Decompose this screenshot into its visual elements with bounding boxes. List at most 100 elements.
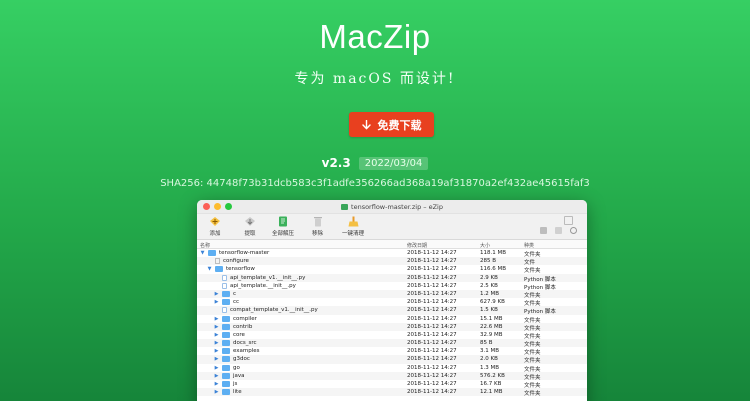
table-row[interactable]: compat_template_v1.__init__.py 2018-11-12… <box>197 306 587 315</box>
table-row[interactable]: ▶ docs_src 2018-11-12 14:27 85 B 文件夹 <box>197 339 587 348</box>
delete-button[interactable]: 移除 <box>312 216 323 237</box>
row-name: tensorflow-master <box>219 250 270 256</box>
row-size: 2.5 KB <box>480 282 498 289</box>
disclosure-closed-icon[interactable]: ▶ <box>214 324 219 330</box>
row-date: 2018-11-12 14:27 <box>407 258 457 265</box>
clean-button[interactable]: 一键清理 <box>342 216 364 237</box>
disclosure-closed-icon[interactable]: ▶ <box>214 381 219 387</box>
file-icon <box>215 258 220 265</box>
add-button[interactable]: 添加 <box>209 216 221 237</box>
app-window: tensorflow-master.zip – eZip 添加 提取 全部解压 <box>197 200 587 401</box>
download-label: 免费下载 <box>377 118 422 132</box>
table-row[interactable]: configure 2018-11-12 14:27 285 B 文件 <box>197 257 587 266</box>
row-size: 285 B <box>480 258 497 265</box>
table-row[interactable]: ▶ cc 2018-11-12 14:27 627.9 KB 文件夹 <box>197 298 587 307</box>
row-name: api_template.__init__.py <box>230 282 296 289</box>
extract-all-label: 全部解压 <box>272 231 295 237</box>
table-row[interactable]: api_template.__init__.py 2018-11-12 14:27… <box>197 282 587 291</box>
extract-button[interactable]: 提取 <box>244 216 256 237</box>
disclosure-closed-icon[interactable]: ▶ <box>214 365 219 371</box>
toolbar-right-icons <box>540 227 577 234</box>
trash-icon <box>313 217 322 227</box>
row-size: 627.9 KB <box>480 299 505 306</box>
table-row[interactable]: ▶ go 2018-11-12 14:27 1.3 MB 文件夹 <box>197 364 587 373</box>
grid-view-icon[interactable] <box>564 216 573 225</box>
row-name-cell: ▶ compiler <box>214 315 257 322</box>
folder-icon <box>208 250 216 256</box>
document-icon[interactable] <box>555 227 562 234</box>
column-header-size[interactable]: 大小 <box>480 242 490 249</box>
row-date: 2018-11-12 14:27 <box>407 372 457 379</box>
folder-icon <box>222 381 230 387</box>
row-date: 2018-11-12 14:27 <box>407 364 457 371</box>
table-row[interactable]: ▶ contrib 2018-11-12 14:27 22.6 MB 文件夹 <box>197 322 587 332</box>
table-row[interactable]: ▶ lite 2018-11-12 14:27 12.1 MB 文件夹 <box>197 388 587 397</box>
disclosure-closed-icon[interactable]: ▶ <box>214 332 219 338</box>
row-date: 2018-11-12 14:27 <box>407 348 457 355</box>
row-name: java <box>233 372 245 379</box>
row-name-cell: ▶ examples <box>214 348 260 355</box>
table-row[interactable]: ▶ java 2018-11-12 14:27 576.2 KB 文件夹 <box>197 371 587 381</box>
row-date: 2018-11-12 14:27 <box>407 340 457 347</box>
download-button[interactable]: 免费下载 <box>349 112 434 137</box>
disclosure-closed-icon[interactable]: ▶ <box>214 389 219 395</box>
disclosure-closed-icon[interactable]: ▶ <box>214 316 219 322</box>
row-size: 576.2 KB <box>480 372 505 379</box>
python-file-icon <box>222 274 227 281</box>
table-row[interactable]: ▼ tensorflow 2018-11-12 14:27 116.6 MB 文件夹 <box>197 265 587 274</box>
table-row[interactable]: ▶ js 2018-11-12 14:27 16.7 KB 文件夹 <box>197 380 587 389</box>
disclosure-open-icon[interactable]: ▼ <box>207 266 212 272</box>
column-header-kind[interactable]: 种类 <box>524 242 534 249</box>
row-name: docs_src <box>233 340 257 347</box>
row-size: 12.1 MB <box>480 389 503 396</box>
folder-icon <box>222 290 230 297</box>
row-name: api_template_v1.__init__.py <box>230 274 306 281</box>
row-date: 2018-11-12 14:27 <box>407 250 457 256</box>
row-size: 118.1 MB <box>480 250 507 256</box>
folder-icon <box>222 348 230 355</box>
disclosure-open-icon[interactable]: ▼ <box>200 250 205 256</box>
extract-all-icon <box>279 216 287 227</box>
zoom-button[interactable] <box>225 203 232 210</box>
disclosure-closed-icon[interactable]: ▶ <box>214 299 219 305</box>
table-row[interactable]: ▶ core 2018-11-12 14:27 32.9 MB 文件夹 <box>197 331 587 340</box>
row-size: 85 B <box>480 340 493 347</box>
table-row[interactable]: ▼ tensorflow-master 2018-11-12 14:27 118.1 … <box>197 249 587 258</box>
table-row[interactable]: api_template_v1.__init__.py 2018-11-12 14… <box>197 273 587 283</box>
table-row[interactable]: ▶ g3doc 2018-11-12 14:27 2.0 KB 文件夹 <box>197 355 587 364</box>
download-arrow-icon <box>361 119 371 129</box>
row-date: 2018-11-12 14:27 <box>407 266 457 273</box>
column-header-date[interactable]: 修改日期 <box>407 242 427 249</box>
row-name-cell: ▶ go <box>214 364 240 371</box>
table-row[interactable]: ▶ compiler 2018-11-12 14:27 15.1 MB 文件夹 <box>197 315 587 324</box>
broom-icon <box>348 216 358 227</box>
folder-icon <box>222 389 230 396</box>
row-size: 16.7 KB <box>480 381 502 387</box>
row-name: go <box>233 364 240 371</box>
row-name-cell: ▶ c <box>214 290 236 297</box>
row-size: 1.2 MB <box>480 290 500 297</box>
image-preview-icon[interactable] <box>540 227 547 234</box>
column-header-name[interactable]: 名称 <box>200 242 210 249</box>
row-name-cell: api_template.__init__.py <box>214 282 296 289</box>
close-button[interactable] <box>203 203 210 210</box>
table-row[interactable]: ▶ c 2018-11-12 14:27 1.2 MB 文件夹 <box>197 289 587 299</box>
disclosure-closed-icon[interactable]: ▶ <box>214 340 219 346</box>
minimize-button[interactable] <box>214 203 221 210</box>
row-date: 2018-11-12 14:27 <box>407 299 457 306</box>
window-controls <box>203 203 232 210</box>
row-size: 3.1 MB <box>480 348 500 355</box>
disclosure-closed-icon[interactable]: ▶ <box>214 348 219 354</box>
row-name: compat_template_v1.__init__.py <box>230 307 318 314</box>
disclosure-closed-icon[interactable]: ▶ <box>214 373 219 379</box>
row-name-cell: ▶ g3doc <box>214 356 250 363</box>
disclosure-closed-icon[interactable]: ▶ <box>214 291 219 297</box>
folder-icon <box>215 266 223 273</box>
table-row[interactable]: ▶ examples 2018-11-12 14:27 3.1 MB 文件夹 <box>197 347 587 356</box>
row-date: 2018-11-12 14:27 <box>407 315 457 322</box>
zip-archive-icon <box>341 203 349 210</box>
extract-all-button[interactable]: 全部解压 <box>272 216 294 237</box>
search-icon[interactable] <box>570 227 577 234</box>
toolbar: 添加 提取 全部解压 移除 一键清理 <box>197 214 587 240</box>
disclosure-closed-icon[interactable]: ▶ <box>214 356 219 362</box>
